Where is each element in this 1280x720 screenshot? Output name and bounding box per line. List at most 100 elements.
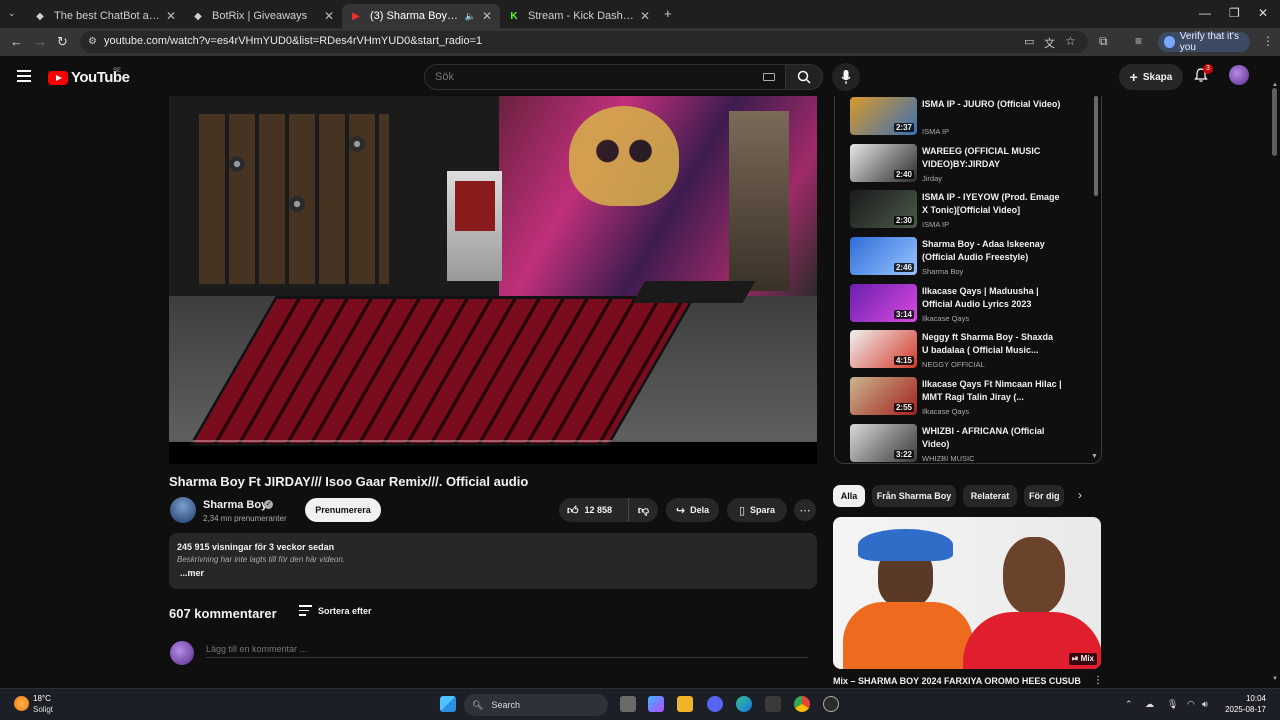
page-scrollbar[interactable]: [1272, 88, 1277, 156]
clock-time[interactable]: 10:04: [1226, 694, 1266, 703]
close-icon[interactable]: ✕: [166, 9, 176, 23]
playlist-item[interactable]: 3:14 Ilkacase Qays | Maduusha | Official…: [850, 284, 1100, 326]
taskbar-search[interactable]: 🔍︎ Search: [464, 694, 608, 716]
microphone-icon[interactable]: 🎙︎: [1167, 699, 1178, 710]
cloud-icon[interactable]: ☁: [1145, 699, 1154, 710]
file-explorer-icon[interactable]: [677, 696, 693, 712]
close-icon[interactable]: ✕: [482, 9, 492, 23]
site-info-icon[interactable]: ⚙: [88, 36, 97, 47]
video-thumbnail[interactable]: 2:46: [850, 237, 917, 275]
video-player[interactable]: [169, 96, 817, 464]
video-thumbnail[interactable]: 2:55: [850, 377, 917, 415]
close-window-icon[interactable]: ✕: [1258, 6, 1268, 20]
url-text[interactable]: youtube.com/watch?v=es4rVHmYUD0&list=RDe…: [104, 35, 482, 47]
video-thumbnail[interactable]: 4:15: [850, 330, 917, 368]
share-button[interactable]: ↪ Dela: [666, 498, 719, 522]
chrome-icon[interactable]: [794, 696, 810, 712]
back-icon[interactable]: ←: [10, 34, 23, 49]
search-button[interactable]: [785, 64, 823, 90]
playlist-item-title[interactable]: ISMA IP - IYEYOW (Prod. Emage X Tonic)[O…: [922, 191, 1062, 217]
save-button[interactable]: ▯ Spara: [727, 498, 787, 522]
clock-date[interactable]: 2025-08-17: [1212, 705, 1266, 714]
show-hidden-icons-chevron-icon[interactable]: ⌃: [1125, 699, 1133, 710]
playlist-item[interactable]: 2:40 WAREEG (OFFICIAL MUSIC VIDEO)BY:JIR…: [850, 144, 1100, 186]
chip-all[interactable]: Alla: [833, 485, 865, 507]
verify-identity-button[interactable]: Verify that it's you: [1158, 31, 1250, 53]
cast-icon[interactable]: ▭: [1024, 35, 1034, 48]
comment-input[interactable]: [206, 640, 808, 658]
browser-tab-0[interactable]: ◆ The best ChatBot and Widgets ✕: [26, 4, 184, 28]
dislike-button[interactable]: 👎︎: [629, 504, 658, 517]
discord-icon[interactable]: [707, 696, 723, 712]
subscribe-button[interactable]: Prenumerera: [305, 498, 381, 522]
bookmark-star-icon[interactable]: ☆: [1065, 34, 1076, 48]
scroll-down-arrow-icon[interactable]: ▼: [1091, 453, 1098, 460]
chevron-right-icon[interactable]: ›: [1078, 488, 1082, 502]
playlist-item[interactable]: 2:30 ISMA IP - IYEYOW (Prod. Emage X Ton…: [850, 190, 1100, 232]
playlist-item-title[interactable]: WAREEG (OFFICIAL MUSIC VIDEO)BY:JIRDAY: [922, 145, 1062, 171]
sort-icon[interactable]: [299, 605, 312, 616]
forward-icon[interactable]: →: [34, 34, 47, 49]
scroll-down-arrow-icon[interactable]: ▼: [1272, 676, 1278, 682]
playlist-item[interactable]: 2:37 ISMA IP - JUURO (Official Video) IS…: [850, 97, 1100, 139]
video-thumbnail[interactable]: 2:30: [850, 190, 917, 228]
obs-icon[interactable]: [823, 696, 839, 712]
mix-title[interactable]: Mix – SHARMA BOY 2024 FARXIYA OROMO HEES…: [833, 676, 1083, 686]
scroll-up-arrow-icon[interactable]: ▲: [1272, 82, 1278, 88]
playlist-item-title[interactable]: Ilkacase Qays | Maduusha | Official Audi…: [922, 285, 1062, 311]
keyboard-icon[interactable]: [763, 73, 775, 81]
translate-icon[interactable]: 文: [1044, 35, 1055, 51]
omnibox[interactable]: ⚙ youtube.com/watch?v=es4rVHmYUD0&list=R…: [80, 31, 1088, 53]
browser-tab-1[interactable]: ◆ BotRix | Giveaways ✕: [184, 4, 342, 28]
channel-name[interactable]: Sharma Boy: [203, 499, 267, 511]
playlist-scrollbar[interactable]: [1094, 96, 1098, 196]
playlist-item[interactable]: 3:22 WHIZBI - AFRICANA (Official Video) …: [850, 424, 1100, 463]
weather-sun-icon[interactable]: [14, 696, 29, 711]
close-icon[interactable]: ✕: [640, 9, 650, 23]
video-thumbnail[interactable]: 2:37: [850, 97, 917, 135]
like-button[interactable]: 👍︎ 12 858: [559, 498, 629, 522]
store-icon[interactable]: [765, 696, 781, 712]
menu-icon[interactable]: [17, 70, 31, 82]
video-thumbnail[interactable]: 3:22: [850, 424, 917, 462]
sort-comments-button[interactable]: Sortera efter: [318, 606, 372, 616]
restore-icon[interactable]: ❐: [1229, 6, 1240, 20]
browser-tab-3[interactable]: K Stream - Kick Dashboard ✕: [500, 4, 658, 28]
video-progress-bar[interactable]: [169, 440, 817, 442]
new-tab-icon[interactable]: +: [664, 6, 672, 21]
more-vert-icon[interactable]: ⋮: [1093, 675, 1103, 686]
extensions-icon[interactable]: ⧉: [1099, 34, 1108, 49]
user-avatar[interactable]: [1229, 65, 1249, 85]
description-box[interactable]: 245 915 visningar för 3 veckor sedan Bes…: [169, 533, 817, 589]
speaker-icon[interactable]: 🔈: [465, 11, 476, 22]
playlist-item-title[interactable]: WHIZBI - AFRICANA (Official Video): [922, 425, 1062, 451]
tab-list-icon[interactable]: ⌄: [8, 8, 16, 19]
search-input[interactable]: [435, 71, 735, 83]
playlist-item[interactable]: 2:55 Ilkacase Qays Ft Nimcaan Hilac | MM…: [850, 377, 1100, 419]
video-thumbnail[interactable]: 2:40: [850, 144, 917, 182]
copilot-icon[interactable]: [648, 696, 664, 712]
chip-from-channel[interactable]: Från Sharma Boy: [872, 485, 956, 507]
mix-thumbnail[interactable]: ⏯ Mix: [833, 517, 1101, 669]
chip-related[interactable]: Relaterat: [963, 485, 1017, 507]
video-frame[interactable]: [169, 96, 817, 446]
playlist-item-title[interactable]: Sharma Boy - Adaa Iskeenay (Official Aud…: [922, 238, 1062, 264]
reload-icon[interactable]: ↻: [57, 34, 68, 50]
playlist-item-title[interactable]: Neggy ft Sharma Boy - Shaxda U badalaa (…: [922, 331, 1062, 357]
playlist-item-title[interactable]: ISMA IP - JUURO (Official Video): [922, 98, 1062, 111]
browser-tab-2[interactable]: ▶ (3) Sharma Boy Ft JIRDAY/// 🔈 ✕: [342, 4, 500, 28]
description-more-link[interactable]: ...mer: [180, 568, 204, 578]
windows-start-icon[interactable]: [440, 696, 456, 712]
edge-icon[interactable]: [736, 696, 752, 712]
task-view-icon[interactable]: [620, 696, 636, 712]
more-actions-button[interactable]: ⋯: [794, 499, 816, 521]
chip-for-you[interactable]: För dig: [1024, 485, 1064, 507]
voice-search-button[interactable]: [832, 63, 860, 91]
playlist-item[interactable]: 4:15 Neggy ft Sharma Boy - Shaxda U bada…: [850, 330, 1100, 372]
video-thumbnail[interactable]: 3:14: [850, 284, 917, 322]
volume-icon[interactable]: 🔊︎: [1202, 699, 1208, 710]
reading-list-icon[interactable]: ≡: [1135, 34, 1142, 48]
create-button[interactable]: + Skapa: [1119, 64, 1183, 90]
minimize-icon[interactable]: —: [1199, 6, 1211, 20]
close-icon[interactable]: ✕: [324, 9, 334, 23]
